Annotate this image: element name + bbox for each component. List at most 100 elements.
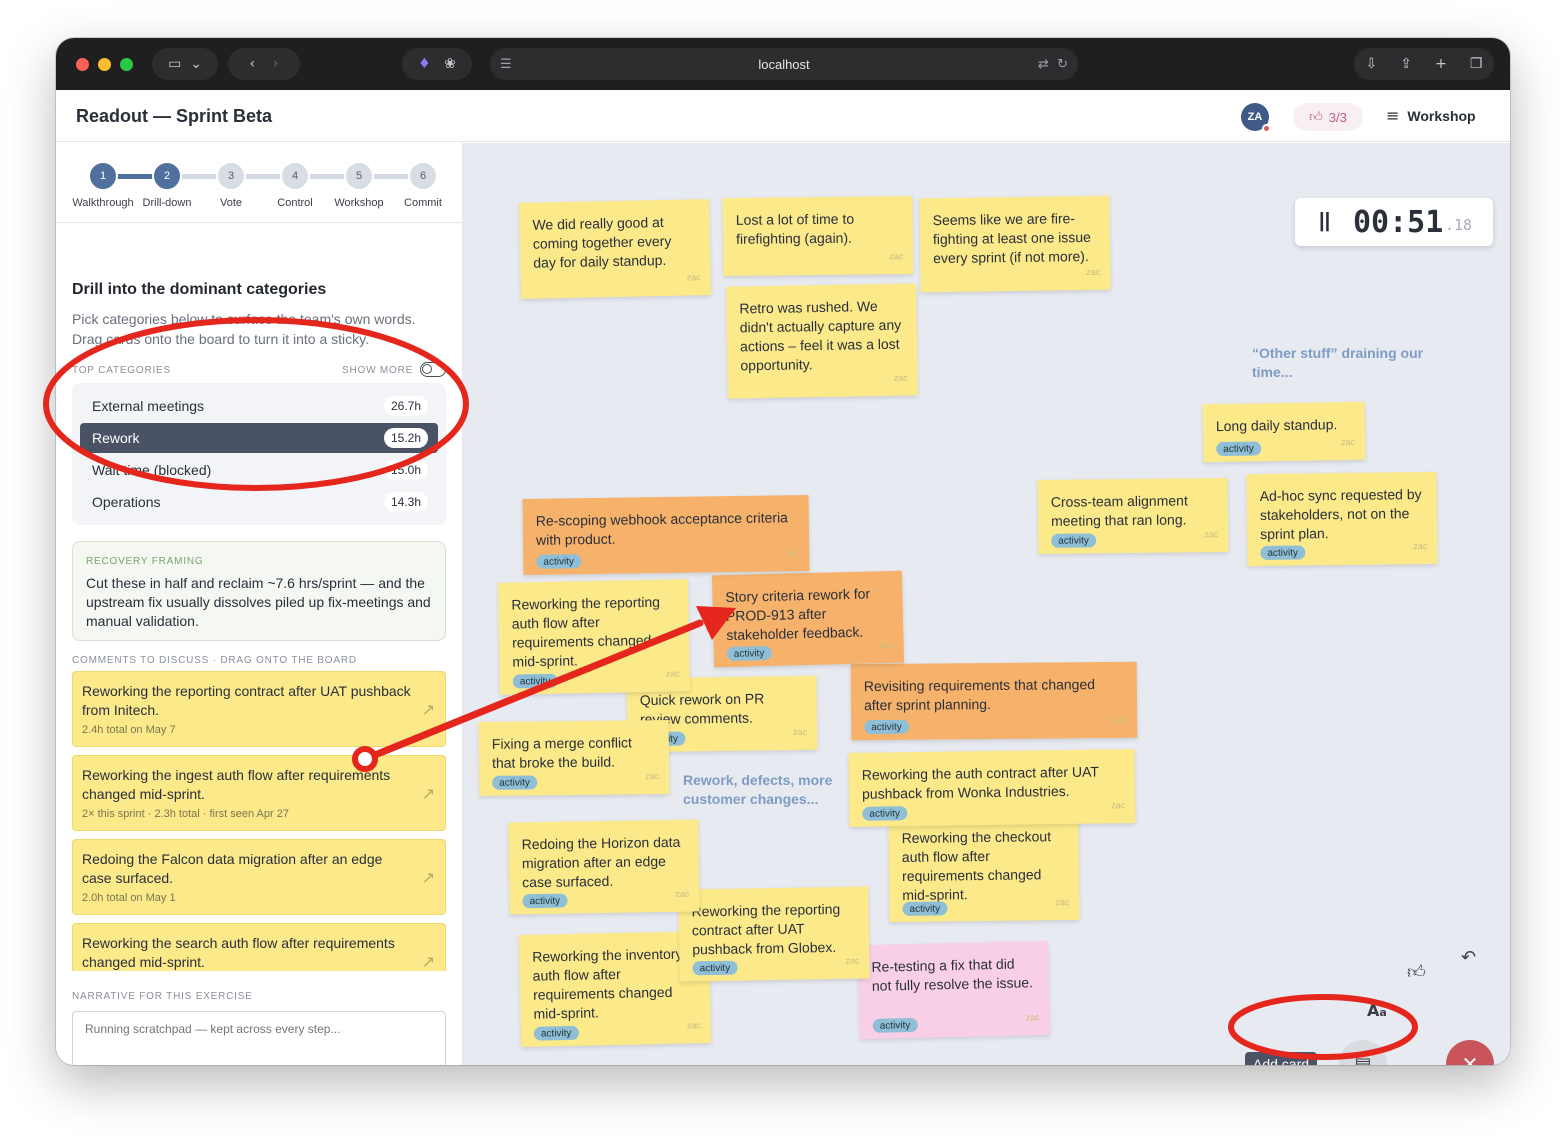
back-icon[interactable]: ‹ <box>249 56 255 72</box>
sticky-text: Reworking the reporting contract after U… <box>691 900 841 958</box>
step-6[interactable]: 6 <box>408 161 438 191</box>
sticky-note[interactable]: We did really good at coming together ev… <box>519 199 711 299</box>
sticky-note[interactable]: Reworking the checkout auth flow after r… <box>888 813 1080 923</box>
sticky-note[interactable]: Seems like we are fire-fighting at least… <box>919 195 1111 293</box>
page-menu-icon[interactable]: ☰ <box>500 57 512 72</box>
step-2[interactable]: 2 <box>152 161 182 191</box>
category-hours: 26.7h <box>383 396 428 416</box>
note-icon[interactable]: ▤ <box>1339 1040 1387 1065</box>
drag-out-icon[interactable]: ↗ <box>422 952 435 971</box>
sticky-note[interactable]: Reworking the reporting contract after U… <box>678 886 870 982</box>
sticky-text: Cross-team alignment meeting that ran lo… <box>1050 492 1188 529</box>
sticky-author: zac <box>845 955 860 966</box>
sticky-note[interactable]: Re-scoping webhook acceptance criteria w… <box>522 495 810 575</box>
sticky-text: Lost a lot of time to firefighting (agai… <box>735 210 855 247</box>
extension-icon[interactable]: ♦ <box>418 56 431 72</box>
pause-icon[interactable]: || <box>1319 210 1330 233</box>
step-3[interactable]: 3 <box>216 161 246 191</box>
history-nav: ‹ › <box>228 48 300 80</box>
share-icon[interactable]: ⇪ <box>1400 56 1412 72</box>
sticky-note[interactable]: Revisiting requirements that changed aft… <box>850 661 1138 741</box>
votes-badge[interactable]: 👍︎ 3/3 <box>1293 103 1363 131</box>
add-card-tooltip[interactable]: Add card <box>1245 1052 1318 1065</box>
sticky-author: zac <box>893 372 908 383</box>
sticky-note[interactable]: Cross-team alignment meeting that ran lo… <box>1037 478 1229 554</box>
comments-caption: COMMENTS TO DISCUSS · DRAG ONTO THE BOAR… <box>72 655 357 666</box>
category-label: Wait time (blocked) <box>92 462 212 478</box>
board-canvas[interactable]: Re-testing a fix that did not fully reso… <box>463 143 1510 1065</box>
new-tab-icon[interactable]: + <box>1435 56 1447 72</box>
comment-text: Redoing the Falcon data migration after … <box>82 851 383 886</box>
step-5[interactable]: 5 <box>344 161 374 191</box>
sticky-author: zac <box>665 668 680 679</box>
address-bar[interactable]: ☰ localhost ⇄ ↻ <box>490 48 1078 80</box>
sticky-note[interactable]: Re-testing a fix that did not fully reso… <box>857 940 1051 1040</box>
narrative-textarea[interactable] <box>72 1011 446 1065</box>
font-size-icon[interactable]: Aa <box>1367 1001 1387 1020</box>
forward-icon[interactable]: › <box>273 56 279 72</box>
drag-out-icon[interactable]: ↗ <box>422 784 435 803</box>
sticky-note[interactable]: Reworking the reporting auth flow after … <box>497 579 691 695</box>
comment-card[interactable]: Redoing the Falcon data migration after … <box>72 839 446 915</box>
drag-out-icon[interactable]: ↗ <box>422 700 435 719</box>
comment-meta: 2.0h total on May 1 <box>82 892 176 904</box>
presence-dot <box>1262 124 1271 133</box>
translate-icon[interactable]: ⇄ <box>1038 57 1049 72</box>
paw-icon[interactable]: ❀ <box>444 56 456 72</box>
category-row[interactable]: Operations 14.3h <box>80 487 438 517</box>
sticky-tag: activity <box>1260 545 1306 560</box>
sticky-note[interactable]: Long daily standup. activity zac <box>1202 401 1366 463</box>
category-row[interactable]: Wait time (blocked) 15.0h <box>80 455 438 485</box>
category-label: Rework <box>92 430 140 446</box>
sidebar-toggle-button[interactable]: ▭ ⌄ <box>152 48 218 80</box>
comment-card[interactable]: Reworking the ingest auth flow after req… <box>72 755 446 831</box>
sticky-note[interactable]: Story criteria rework for PROD-913 after… <box>711 570 905 668</box>
minimize-window-button[interactable] <box>98 58 111 71</box>
sticky-tag: activity <box>522 893 568 909</box>
sticky-tag: activity <box>862 806 908 821</box>
download-icon[interactable]: ⇩ <box>1366 56 1378 72</box>
show-more-label: SHOW MORE <box>342 365 414 376</box>
drag-out-icon[interactable]: ↗ <box>422 868 435 887</box>
sticky-tag: activity <box>902 901 948 916</box>
step-4[interactable]: 4 <box>280 161 310 191</box>
hamburger-icon: ≡ <box>1386 106 1400 125</box>
comment-text: Reworking the search auth flow after req… <box>82 935 395 970</box>
sticky-text: Re-scoping webhook acceptance criteria w… <box>535 509 789 548</box>
close-icon[interactable]: ✕ <box>1446 1040 1494 1065</box>
category-list: External meetings 26.7h Rework 15.2h Wait ti… <box>72 383 446 525</box>
step-1[interactable]: 1 <box>88 161 118 191</box>
avatar-initials: ZA <box>1247 111 1263 123</box>
tabs-icon[interactable]: ❐ <box>1470 56 1483 72</box>
section-intro: Pick categories below to surface the tea… <box>72 311 416 347</box>
category-row[interactable]: External meetings 26.7h <box>80 391 438 421</box>
avatar[interactable]: ZA <box>1241 103 1271 133</box>
sticky-author: zac <box>879 639 894 651</box>
sticky-note[interactable]: Ad-hoc sync requested by stakeholders, n… <box>1246 471 1438 567</box>
category-row[interactable]: Rework 15.2h <box>80 423 438 453</box>
comment-card[interactable]: Reworking the reporting contract after U… <box>72 671 446 747</box>
reload-icon[interactable]: ↻ <box>1057 57 1068 72</box>
sticky-text: Redoing the Horizon data migration after… <box>521 833 681 891</box>
sticky-note[interactable]: Lost a lot of time to firefighting (agai… <box>722 196 914 276</box>
zoom-window-button[interactable] <box>120 58 133 71</box>
step-label: Commit <box>404 197 442 209</box>
sticky-note[interactable]: Redoing the Horizon data migration after… <box>508 819 700 915</box>
sticky-author: zac <box>785 548 800 559</box>
comment-text: Reworking the ingest auth flow after req… <box>82 767 391 802</box>
workshop-menu-button[interactable]: ≡ Workshop <box>1386 106 1476 125</box>
sticky-author: zac <box>793 726 808 738</box>
sticky-text: Retro was rushed. We didn't actually cap… <box>739 298 902 374</box>
show-more-toggle[interactable] <box>420 362 446 377</box>
sticky-note[interactable]: Reworking the auth contract after UAT pu… <box>848 749 1136 827</box>
section-heading: Drill into the dominant categories <box>72 281 327 298</box>
sticky-note[interactable]: Fixing a merge conflict that broke the b… <box>478 720 670 796</box>
comment-card[interactable]: Reworking the search auth flow after req… <box>72 923 446 971</box>
sticky-text: Story criteria rework for PROD-913 after… <box>725 585 871 643</box>
thumbs-up-icon[interactable]: 👍︎ <box>1407 961 1426 983</box>
undo-icon[interactable]: ↶ <box>1461 947 1476 968</box>
sticky-note[interactable]: Retro was rushed. We didn't actually cap… <box>726 283 918 399</box>
close-window-button[interactable] <box>76 58 89 71</box>
sticky-tag: activity <box>1216 441 1261 457</box>
sticky-author: zac <box>1413 540 1428 552</box>
